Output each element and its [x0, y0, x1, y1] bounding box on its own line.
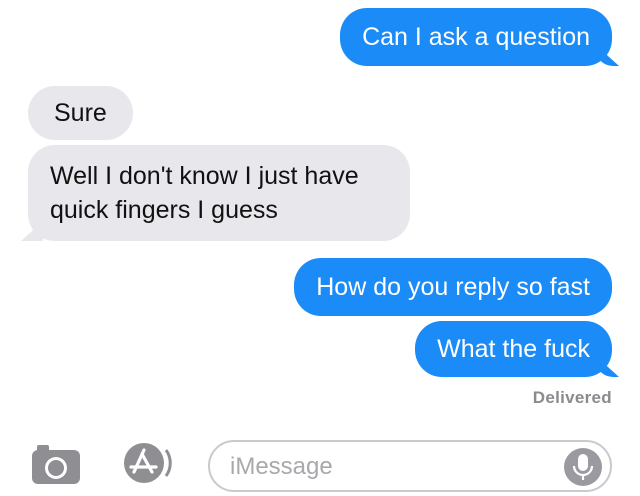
- camera-button[interactable]: [30, 442, 82, 488]
- app-store-icon: [124, 443, 172, 483]
- sent-message-bubble[interactable]: What the fuck: [415, 321, 612, 377]
- message-input-bar: [0, 428, 640, 496]
- received-message-bubble[interactable]: Well I don't know I just have quick fing…: [28, 145, 410, 241]
- app-store-button[interactable]: [120, 440, 176, 486]
- sent-message-bubble[interactable]: How do you reply so fast: [294, 258, 612, 316]
- microphone-icon: [572, 454, 594, 480]
- message-thread: Can I ask a question Sure Well I don't k…: [0, 0, 640, 420]
- camera-icon: [32, 445, 80, 484]
- received-message-bubble[interactable]: Sure: [28, 86, 133, 140]
- delivery-status: Delivered: [532, 388, 612, 407]
- message-input[interactable]: [230, 451, 550, 483]
- sent-message-bubble[interactable]: Can I ask a question: [340, 8, 612, 66]
- message-field[interactable]: [208, 440, 612, 492]
- microphone-button[interactable]: [564, 448, 602, 486]
